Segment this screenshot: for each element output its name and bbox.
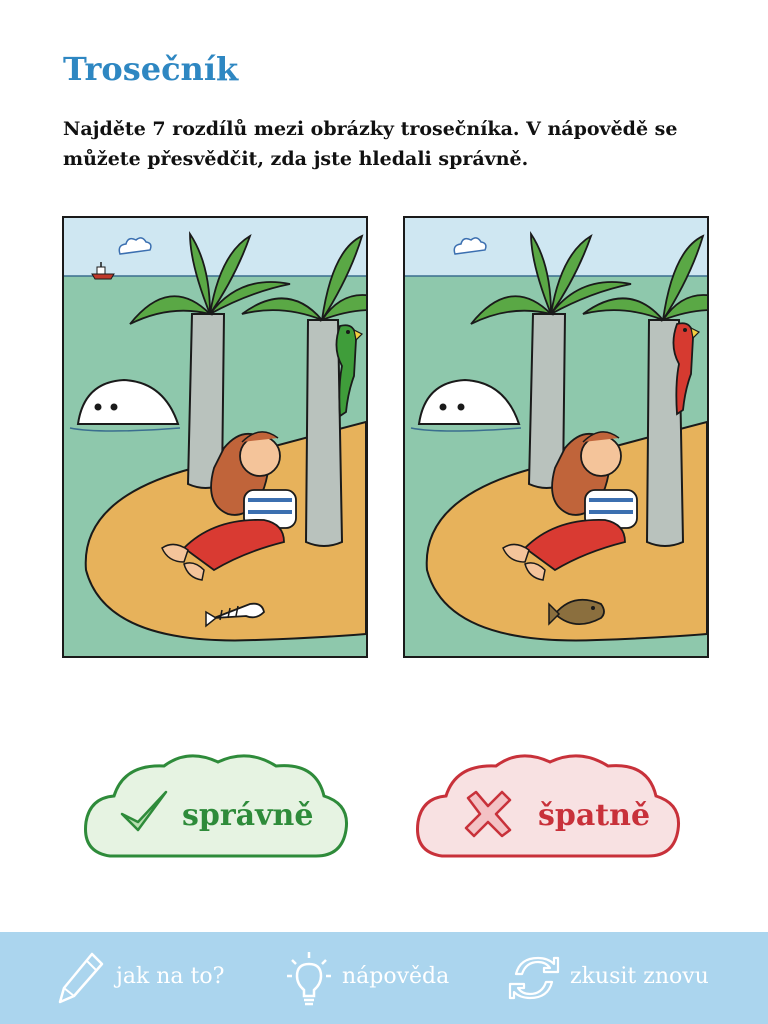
- lightbulb-icon: [287, 952, 331, 1006]
- correct-button-label: správně: [182, 798, 314, 833]
- hint-button[interactable]: nápověda: [286, 946, 476, 1010]
- hint-label: nápověda: [342, 964, 450, 989]
- how-to-button[interactable]: jak na to?: [56, 946, 246, 1010]
- checkmark-icon: [120, 790, 168, 832]
- try-again-label: zkusit znovu: [570, 964, 709, 989]
- scene-right-picture[interactable]: [403, 216, 709, 658]
- refresh-icon: [508, 956, 560, 1000]
- wrong-button[interactable]: špatně: [412, 752, 692, 872]
- sky: [64, 218, 366, 276]
- scene-left-picture[interactable]: [62, 216, 368, 658]
- pencil-icon: [58, 952, 104, 1004]
- try-again-button[interactable]: zkusit znovu: [508, 946, 748, 1010]
- footer-bar: jak na to? nápověda zkusit znovu: [0, 932, 768, 1024]
- wrong-button-label: špatně: [538, 798, 651, 833]
- page-title: Trosečník: [63, 50, 239, 88]
- cross-icon: [464, 790, 512, 838]
- castaway-scene-left[interactable]: [64, 218, 366, 656]
- instructions-text: Najděte 7 rozdílů mezi obrázky trosečník…: [63, 118, 678, 170]
- correct-button[interactable]: správně: [80, 752, 360, 872]
- how-to-label: jak na to?: [116, 964, 225, 989]
- sky: [405, 218, 707, 276]
- castaway-scene-right[interactable]: [405, 218, 707, 656]
